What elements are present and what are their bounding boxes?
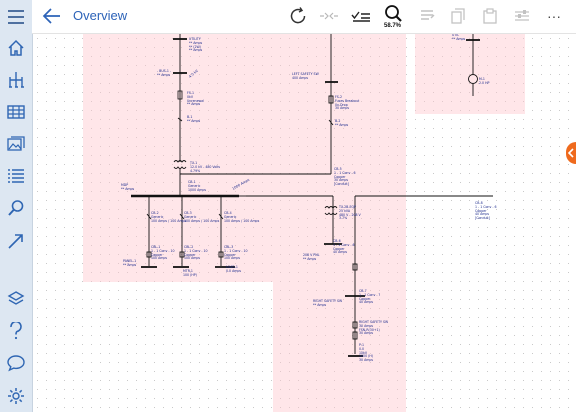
copy-icon[interactable] <box>446 5 470 27</box>
diagram-canvas[interactable]: 1000 Amps 4.0 kV UTILITY ** Amps ** (2W)… <box>33 34 576 412</box>
route-arrow-icon[interactable] <box>4 229 28 253</box>
settings-gear-icon[interactable] <box>4 384 28 408</box>
help-icon[interactable] <box>4 319 28 343</box>
properties-icon[interactable] <box>510 5 534 27</box>
panel1-label: PANEL-1 ** Amps <box>123 259 137 267</box>
layers-icon[interactable] <box>4 287 28 311</box>
cb4-label: CB-4 Generic 100 Amps / 100 Amps <box>224 211 260 223</box>
table-icon[interactable] <box>4 100 28 124</box>
top-toolbar: Overview 58.7% ··· <box>32 0 576 34</box>
paste-icon[interactable] <box>478 5 502 27</box>
wire-label-a: 1000 Amps <box>232 178 251 191</box>
list-icon[interactable] <box>4 164 28 188</box>
cbl2-label: CBL-2 1 - 1 Conv - 10 Copper 100 Amps <box>184 245 208 261</box>
b2-label: B-2 ** Amps <box>335 119 349 127</box>
cbl1-label: CBL-1 1 - 1 Conv - 10 Copper 100 Amps <box>151 245 175 261</box>
undo-icon[interactable] <box>286 5 310 27</box>
cb3-label: CB-3 Generic 100 Amps / 100 Amps <box>184 211 220 223</box>
right-safety-switch2-label: RIGHT SAFETY SW 30 Amps FSN-R(30+1) 30 A… <box>359 320 389 336</box>
cb8-label: CB-8 1 - 1 Conv - 6 Copper 40 Amps [Cond… <box>475 201 497 221</box>
right-load-label: P-1 0.0 15kV 1000 (H) 30 Amps <box>359 343 374 363</box>
cb7-label: CB-7 1 - 1 Conv - ? Copper 40 Amps <box>359 289 381 305</box>
right-utility-label: UTIL ** Amps <box>452 34 466 41</box>
b1-label: B-1 ** Amps <box>187 115 201 123</box>
right-safety-switch-label: RIGHT SAFETY SW ** Amps <box>313 299 343 307</box>
cb1-label: CB-1 Generic 1000 Amps <box>188 180 207 192</box>
bus1-label: - BUS-1 - ** Amps <box>157 69 172 77</box>
hamburger-menu-icon[interactable] <box>4 5 28 29</box>
cb5-label: CB-5 1 - 1 Conv - 6 Copper 30 Amps [Cond… <box>334 167 356 187</box>
panel2-label: 208 V PNL ** Amps <box>303 253 320 261</box>
fs1-label: FS-1 0kV Unrenewal ** Amps <box>187 91 204 107</box>
gallery-icon[interactable] <box>4 132 28 156</box>
page-title: Overview <box>73 8 128 23</box>
utility-label: UTILITY ** Amps ** (2W) ** Amps <box>189 37 203 53</box>
motor-m1-label: M-1 2.0 HP <box>479 77 490 85</box>
check-list-icon[interactable] <box>349 5 373 27</box>
fs2-label: FS-2 Fuses Breakout 0x-Drop 30 Amps <box>335 95 360 111</box>
left-sidebar <box>0 0 33 412</box>
connect-icon[interactable] <box>317 5 341 27</box>
load1-label: LOAD-1 0.0 Amps <box>226 265 242 273</box>
notes-icon[interactable] <box>415 5 439 27</box>
cb6-label: CB-6 1 - 1 Conv - 6 Copper 40 Amps <box>333 239 355 255</box>
cb2-label: CB-2 Generic 100 Amps / 100 Amps <box>151 211 187 223</box>
motor-label: MTR-1 100 (HP) <box>183 269 197 277</box>
more-options-icon[interactable]: ··· <box>542 5 566 27</box>
cbl3-label: CBL-3 1 - 1 Conv - 10 Copper 100 Amps <box>224 245 248 261</box>
tx2-label: TX-2B-EQP 25 kVA 480 V - 208 V 3.7% <box>339 205 361 221</box>
one-line-diagram-icon[interactable] <box>4 68 28 92</box>
zoom-level: 58.7% <box>384 23 402 29</box>
search-icon[interactable] <box>4 196 28 220</box>
home-icon[interactable] <box>4 36 28 60</box>
tx1-label: TX-1 12.0 kV - 480 Volts 4.79% <box>190 161 221 173</box>
comments-icon[interactable] <box>4 351 28 375</box>
one-line-diagram: 1000 Amps 4.0 kV <box>131 34 493 357</box>
wire-label-b: 4.0 kV <box>188 68 199 78</box>
zoom-icon[interactable] <box>381 3 405 25</box>
back-arrow-icon[interactable] <box>42 6 62 26</box>
left-safety-switch-label: LEFT SAFETY SW 400 Amps <box>292 72 319 80</box>
mdp-label: MDP ** Amps <box>121 183 135 191</box>
